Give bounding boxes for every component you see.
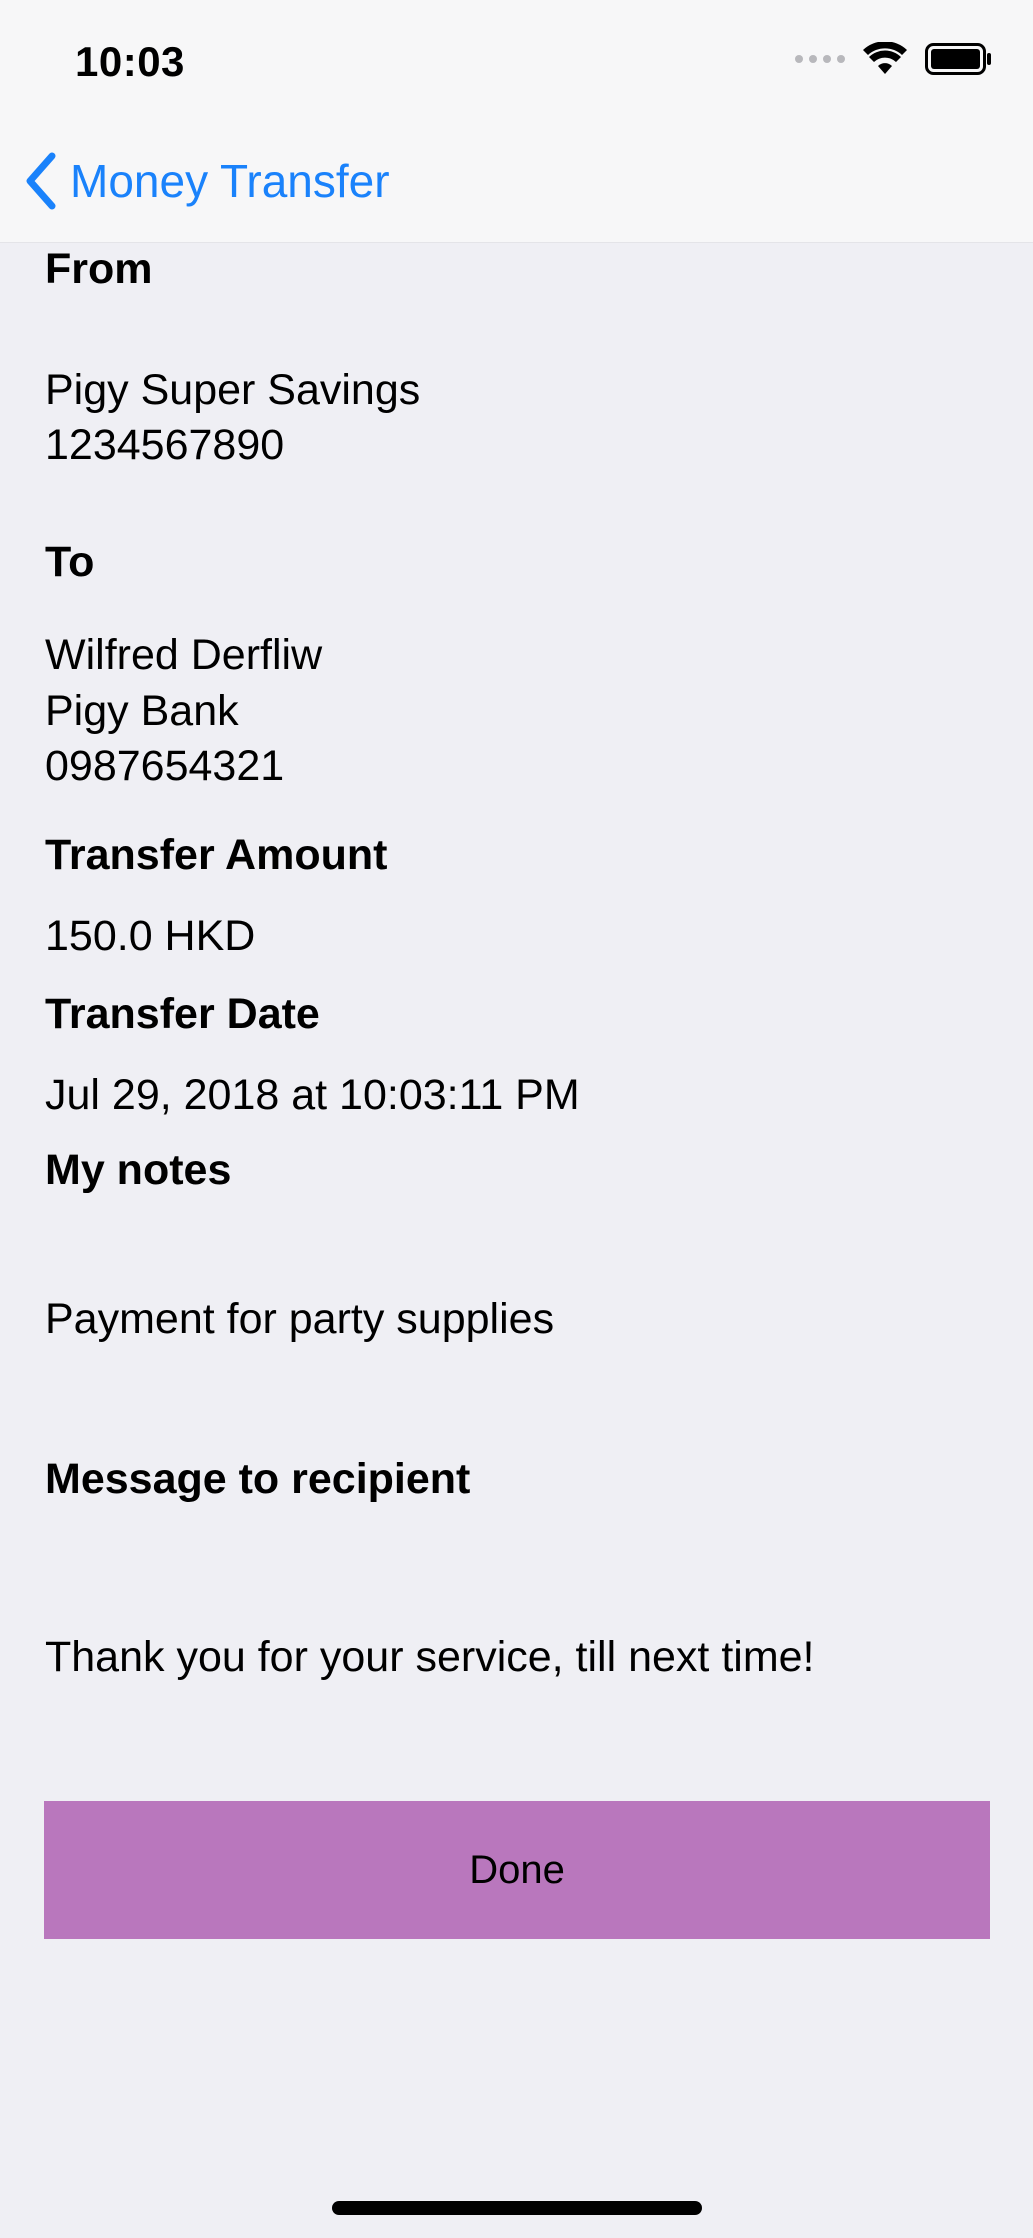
- chevron-left-icon: [26, 152, 56, 210]
- transfer-amount-value: 150.0 HKD: [45, 912, 256, 960]
- message-value: Thank you for your service, till next ti…: [45, 1633, 815, 1681]
- home-indicator[interactable]: [332, 2201, 702, 2215]
- back-button[interactable]: Money Transfer: [22, 152, 390, 210]
- to-bank-name: Pigy Bank: [45, 687, 239, 735]
- done-button[interactable]: Done: [44, 1801, 990, 1939]
- my-notes-value: Payment for party supplies: [45, 1295, 555, 1343]
- from-account-number: 1234567890: [45, 421, 285, 469]
- from-account-name: Pigy Super Savings: [45, 366, 421, 414]
- message-heading: Message to recipient: [45, 1455, 471, 1503]
- to-recipient-name: Wilfred Derfliw: [45, 631, 323, 679]
- battery-icon: [925, 43, 991, 75]
- transfer-confirmation-screen: 10:03 Money Transfer From Pigy Super Sav…: [0, 0, 1033, 2238]
- transfer-date-value: Jul 29, 2018 at 10:03:11 PM: [45, 1071, 580, 1119]
- back-button-label: Money Transfer: [70, 155, 390, 207]
- status-icons: [795, 42, 993, 76]
- cellular-signal-icon: [795, 55, 845, 63]
- wifi-icon: [863, 42, 907, 74]
- to-heading: To: [45, 538, 95, 586]
- my-notes-heading: My notes: [45, 1146, 232, 1194]
- to-account-number: 0987654321: [45, 742, 285, 790]
- from-heading: From: [45, 245, 153, 293]
- status-time: 10:03: [75, 38, 185, 85]
- navigation-bar: 10:03 Money Transfer: [0, 0, 1033, 243]
- transfer-amount-heading: Transfer Amount: [45, 831, 388, 879]
- transfer-date-heading: Transfer Date: [45, 990, 320, 1038]
